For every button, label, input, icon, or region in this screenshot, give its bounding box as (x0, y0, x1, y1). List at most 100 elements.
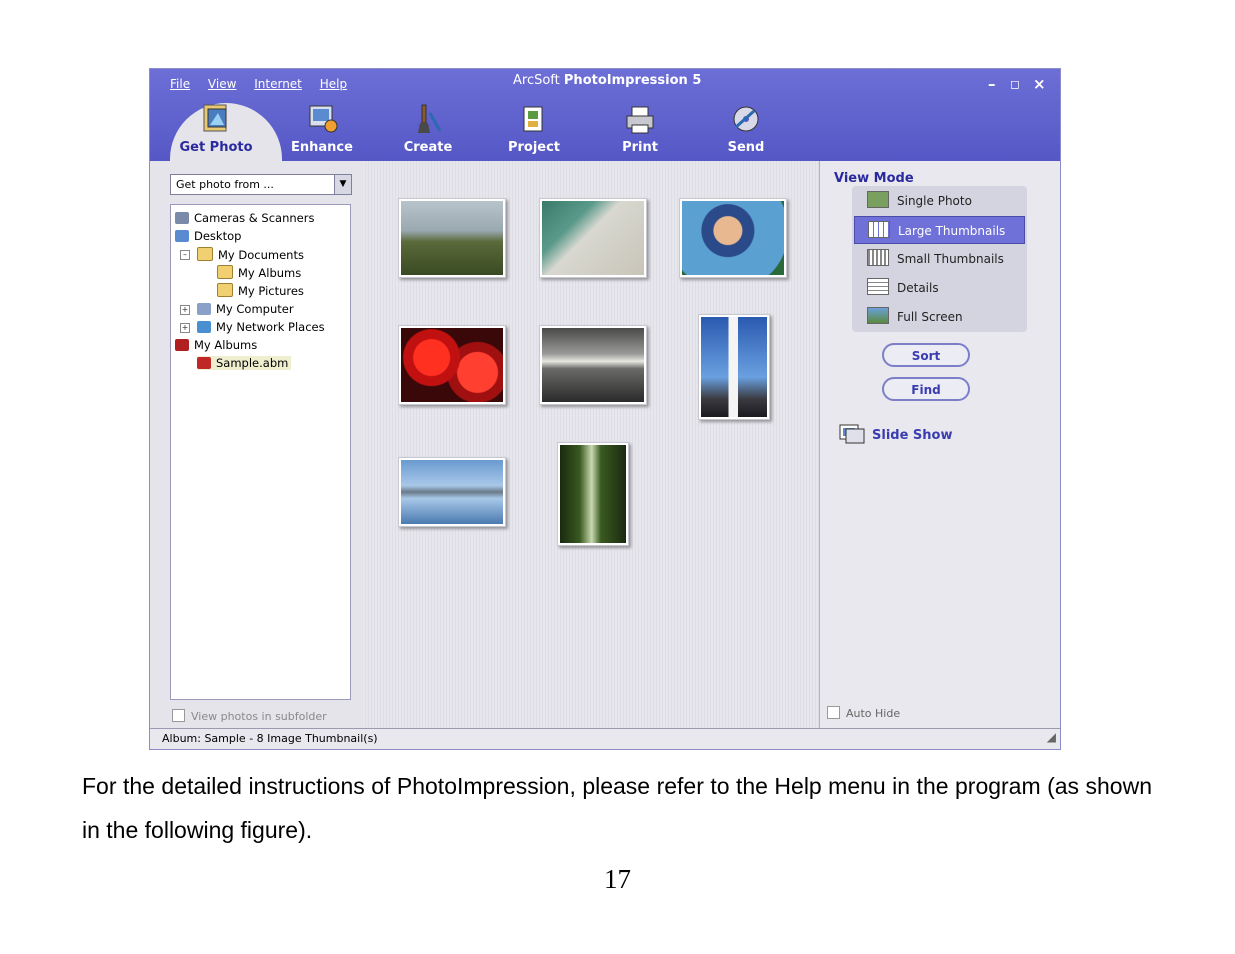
tree-item-my-pictures[interactable]: My Pictures (217, 283, 304, 298)
album-file-icon (197, 357, 211, 369)
folder-icon (217, 265, 233, 279)
menu-help[interactable]: Help (320, 77, 347, 91)
view-mode-label: Full Screen (897, 310, 963, 324)
tab-get-photo[interactable]: Get Photo (166, 101, 266, 155)
camera-icon (175, 212, 189, 224)
tab-enhance[interactable]: Enhance (272, 101, 372, 155)
photo-red-flowers (401, 328, 503, 402)
auto-hide-checkbox[interactable] (827, 706, 840, 719)
resize-grip-icon[interactable]: ◢ (1047, 727, 1056, 747)
tree-item-label: My Documents (218, 248, 304, 262)
menu-internet[interactable]: Internet (254, 77, 302, 91)
tab-create-label: Create (403, 140, 453, 155)
folder-icon (197, 247, 213, 261)
status-bar: Album: Sample - 8 Image Thumbnail(s) ◢ (150, 728, 1060, 749)
thumbnail-lighthouse[interactable] (698, 314, 770, 420)
close-button[interactable]: × (1033, 75, 1046, 93)
tab-print[interactable]: Print (590, 101, 690, 155)
minimize-button[interactable]: – (988, 75, 996, 93)
thumbnail-red-flowers[interactable] (398, 325, 506, 405)
tree-item-my-computer[interactable]: My Computer (197, 302, 294, 316)
collapse-toggle[interactable]: – (180, 250, 190, 260)
menu-file[interactable]: File (170, 77, 190, 91)
tree-item-label: Desktop (194, 229, 242, 243)
title-bar: File View Internet Help ArcSoft PhotoImp… (150, 69, 1060, 163)
tree-item-my-albums[interactable]: My Albums (175, 338, 257, 352)
subfolder-checkbox[interactable] (172, 709, 185, 722)
expand-toggle[interactable]: + (180, 323, 190, 333)
tree-item-sample-abm[interactable]: Sample.abm (197, 356, 292, 370)
auto-hide-option[interactable]: Auto Hide (827, 706, 900, 720)
tree-item-my-albums-folder[interactable]: My Albums (217, 265, 301, 280)
thumbnail-beach[interactable] (539, 198, 647, 278)
document-paragraph: For the detailed instructions of PhotoIm… (82, 773, 1152, 843)
view-mode-label: Details (897, 281, 939, 295)
view-mode-details[interactable]: Details (854, 274, 1025, 302)
chevron-down-icon[interactable]: ▼ (334, 175, 351, 194)
app-title: ArcSoft PhotoImpression 5 (513, 73, 701, 88)
photo-lake (401, 460, 503, 524)
camera-photo-icon (203, 104, 227, 132)
send-cd-icon (733, 106, 759, 132)
dropdown-value: Get photo from ... (176, 178, 274, 191)
tree-item-desktop[interactable]: Desktop (175, 229, 241, 243)
find-button[interactable]: Find (882, 377, 970, 401)
large-thumbnails-icon (868, 221, 890, 238)
slide-show-button[interactable]: Slide Show (838, 423, 952, 445)
photoimpression-window: File View Internet Help ArcSoft PhotoImp… (149, 68, 1061, 750)
tree-item-my-documents[interactable]: My Documents (197, 247, 304, 262)
photo-forest (560, 445, 626, 543)
slide-show-icon (839, 424, 865, 444)
view-mode-small-thumbnails[interactable]: Small Thumbnails (854, 245, 1025, 273)
menu-view[interactable]: View (208, 77, 236, 91)
view-mode-single-photo[interactable]: Single Photo (854, 187, 1025, 215)
view-mode-full-screen[interactable]: Full Screen (854, 303, 1025, 331)
thumbnail-forest[interactable] (557, 442, 629, 546)
tab-project[interactable]: Project (484, 101, 584, 155)
thumbnail-child[interactable] (679, 198, 787, 278)
folder-tree: Cameras & Scanners Desktop – My Document… (170, 204, 351, 700)
view-mode-label: Small Thumbnails (897, 252, 1004, 266)
single-photo-icon (867, 191, 889, 208)
full-screen-icon (867, 307, 889, 324)
printer-icon (626, 106, 654, 134)
tab-send-label: Send (727, 140, 765, 155)
tree-item-label: My Albums (194, 338, 258, 352)
thumbnail-grassland[interactable] (398, 198, 506, 278)
enhance-icon (309, 105, 338, 133)
thumbnail-lake[interactable] (398, 457, 506, 527)
tab-send[interactable]: Send (696, 101, 796, 155)
tab-get-photo-label: Get Photo (179, 140, 253, 155)
tree-item-label: My Pictures (238, 284, 304, 298)
photo-beach (542, 201, 644, 275)
tree-item-label: My Network Places (216, 320, 325, 334)
view-mode-large-thumbnails[interactable]: Large Thumbnails (854, 216, 1025, 244)
tree-item-cameras[interactable]: Cameras & Scanners (175, 211, 314, 225)
get-photo-from-dropdown[interactable]: Get photo from ... ▼ (170, 174, 352, 195)
expand-toggle[interactable]: + (180, 305, 190, 315)
view-subfolder-option[interactable]: View photos in subfolder (172, 709, 327, 723)
sort-button[interactable]: Sort (882, 343, 970, 367)
app-title-brand: ArcSoft (513, 73, 560, 88)
tree-item-label: My Computer (216, 302, 294, 316)
photo-child (682, 201, 784, 275)
view-mode-label: Large Thumbnails (898, 224, 1006, 238)
thumbnail-sunset-sea[interactable] (539, 325, 647, 405)
tab-create[interactable]: Create (378, 101, 478, 155)
tree-item-label: My Albums (238, 266, 302, 280)
details-icon (867, 278, 889, 295)
tab-print-label: Print (622, 140, 658, 155)
tab-enhance-label: Enhance (291, 140, 353, 155)
desktop-icon (175, 230, 189, 242)
view-mode-pane: View Mode Single Photo Large Thumbnails … (819, 161, 1060, 729)
tree-item-label: Cameras & Scanners (194, 211, 315, 225)
view-mode-title: View Mode (834, 171, 914, 186)
maximize-button[interactable]: ◻ (1010, 77, 1020, 91)
tree-item-network-places[interactable]: My Network Places (197, 320, 325, 334)
subfolder-label: View photos in subfolder (191, 710, 327, 723)
album-book-icon (175, 339, 189, 351)
status-text: Album: Sample - 8 Image Thumbnail(s) (162, 732, 378, 745)
page-number: 17 (604, 864, 631, 894)
auto-hide-label: Auto Hide (846, 707, 901, 720)
menu-bar: File View Internet Help (170, 77, 361, 91)
